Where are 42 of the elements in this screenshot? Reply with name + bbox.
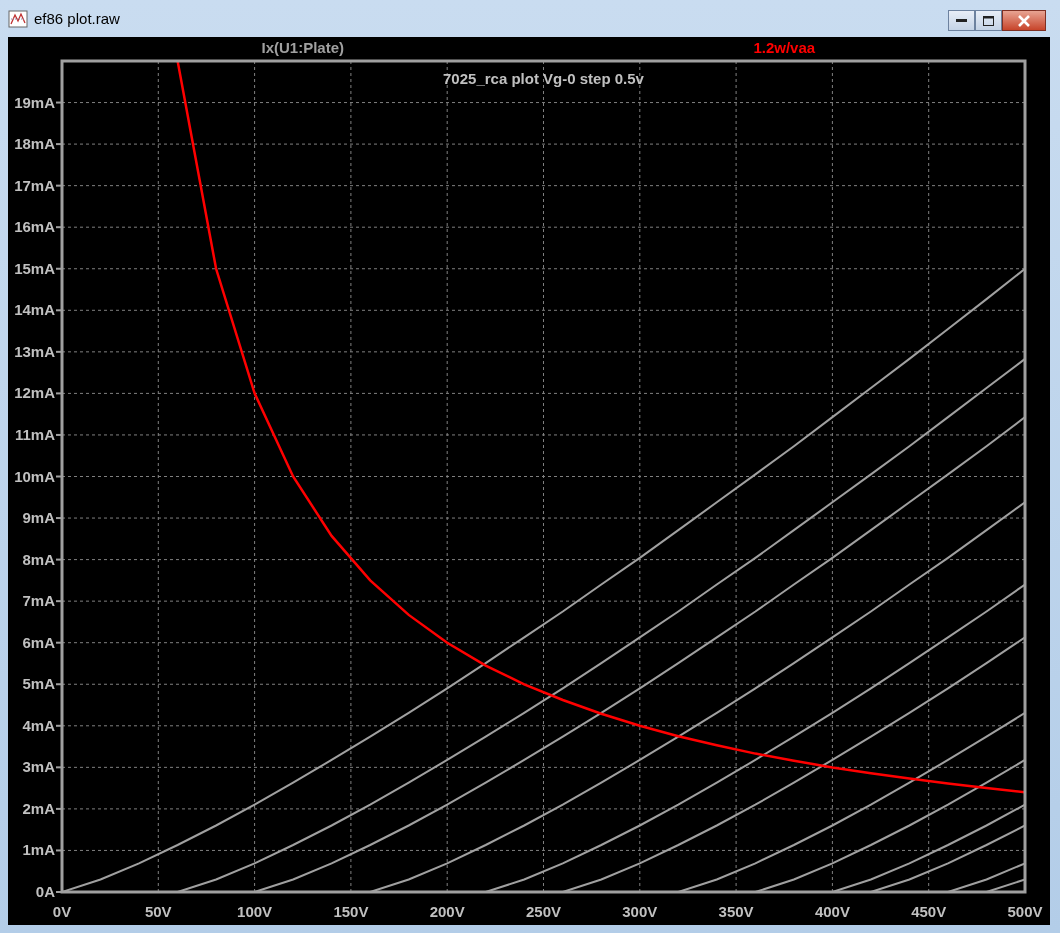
- maximize-button[interactable]: [975, 10, 1002, 31]
- axis-label: 0A: [35, 883, 55, 900]
- axis-label: 500V: [1007, 903, 1043, 920]
- maximize-icon: [983, 15, 994, 26]
- axis-label: 400V: [814, 903, 850, 920]
- axis-label: 7mA: [22, 592, 55, 610]
- axis-label: 250V: [526, 903, 561, 920]
- axis-label: 14mA: [14, 301, 55, 319]
- close-button[interactable]: [1002, 10, 1046, 31]
- axis-label: 5mA: [22, 675, 55, 693]
- axis-label: 300V: [622, 903, 658, 920]
- axis-label: 350V: [718, 903, 754, 920]
- minimize-icon: [956, 18, 967, 23]
- axis-label: 450V: [911, 903, 947, 920]
- axis-label: 0V: [52, 903, 72, 920]
- axis-label: 3mA: [22, 758, 55, 776]
- axis-label: 8mA: [22, 550, 55, 568]
- axis-label: 16mA: [14, 218, 55, 236]
- axis-label: 12mA: [14, 384, 55, 402]
- axis-label: 200V: [429, 903, 465, 920]
- axis-label: 18mA: [14, 135, 55, 153]
- axis-label: 17mA: [14, 176, 55, 194]
- legend-label: Ix(U1:Plate): [261, 39, 344, 56]
- axis-label: 1mA: [22, 841, 55, 859]
- close-icon: [1017, 14, 1031, 27]
- axis-label: 11mA: [14, 425, 55, 443]
- axis-label: 150V: [333, 903, 369, 920]
- axis-label: 9mA: [22, 509, 55, 527]
- chart-title: 7025_rca plot Vg-0 step 0.5v: [443, 70, 644, 87]
- axis-label: 15mA: [14, 259, 55, 277]
- axis-label: 100V: [237, 903, 273, 920]
- window-title: ef86 plot.raw: [34, 10, 121, 27]
- plot-icon: [8, 8, 28, 29]
- axis-label: 6mA: [22, 633, 55, 651]
- axis-label: 4mA: [22, 716, 55, 734]
- axis-label: 50V: [144, 903, 172, 920]
- axis-label: 2mA: [22, 799, 55, 817]
- axis-label: 19mA: [14, 93, 55, 111]
- axis-label: 10mA: [14, 467, 55, 485]
- minimize-button[interactable]: [948, 10, 975, 31]
- axis-label: 13mA: [14, 342, 55, 360]
- legend-label: 1.2w/vaa: [753, 39, 816, 56]
